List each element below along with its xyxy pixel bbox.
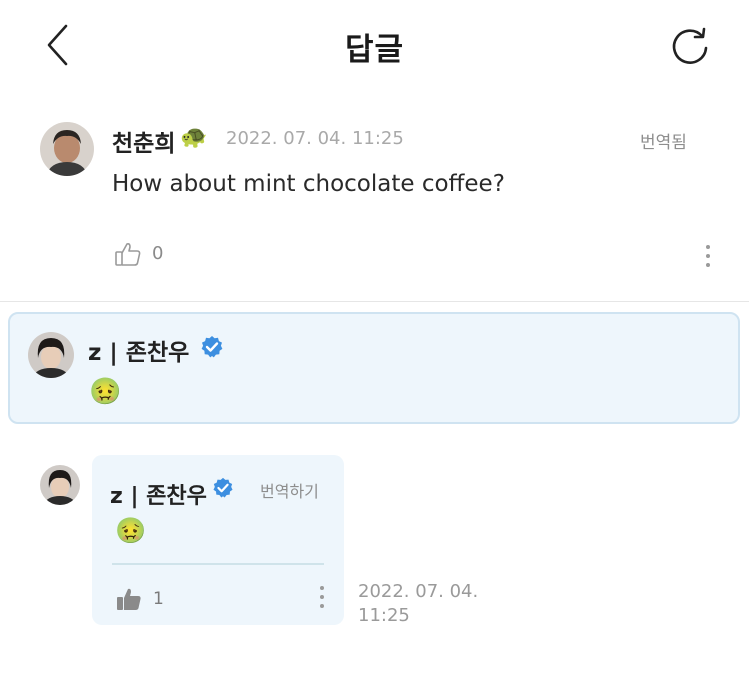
reply-author[interactable]: z | 존찬우 (88, 333, 189, 367)
reply-author[interactable]: z | 존찬우 (110, 478, 207, 510)
like-button[interactable] (115, 585, 143, 613)
thumbs-up-filled-icon (117, 588, 141, 610)
reply-timestamp: 2022. 07. 04. 11:25 (358, 580, 518, 628)
more-vertical-icon (320, 586, 324, 608)
comment-timestamp: 2022. 07. 04. 11:25 (226, 128, 404, 149)
verified-badge-icon (200, 335, 224, 359)
more-vertical-icon (706, 245, 710, 267)
verified-badge-icon (212, 477, 234, 499)
avatar[interactable] (28, 332, 74, 378)
reply-text: 🤢 (115, 516, 147, 545)
thumbs-up-icon (115, 243, 141, 266)
page-title: 답글 (344, 32, 405, 68)
translate-button[interactable]: 번역하기 (260, 478, 319, 502)
like-button[interactable] (114, 240, 142, 268)
avatar-image (28, 332, 74, 378)
reply-timestamp-time: 11:25 (358, 605, 410, 626)
avatar[interactable] (40, 122, 94, 176)
avatar-image (40, 122, 94, 176)
like-count: 0 (152, 243, 164, 264)
more-options-button[interactable] (698, 242, 718, 270)
divider (112, 563, 324, 565)
refresh-icon (672, 27, 708, 64)
avatar[interactable] (40, 465, 80, 505)
refresh-button[interactable] (666, 22, 714, 70)
like-count: 1 (153, 589, 164, 609)
more-options-button[interactable] (314, 583, 330, 611)
comment-text: How about mint chocolate coffee? (112, 171, 505, 197)
translated-label[interactable]: 번역됨 (640, 128, 687, 153)
author-emoji: 🐢 (180, 125, 208, 150)
avatar-image (40, 465, 80, 505)
divider (0, 301, 749, 302)
comment-author[interactable]: 천춘희 (112, 124, 175, 158)
highlighted-reply (8, 312, 740, 424)
reply-text: 🤢 (89, 377, 122, 407)
reply-timestamp-date: 2022. 07. 04. (358, 581, 479, 602)
